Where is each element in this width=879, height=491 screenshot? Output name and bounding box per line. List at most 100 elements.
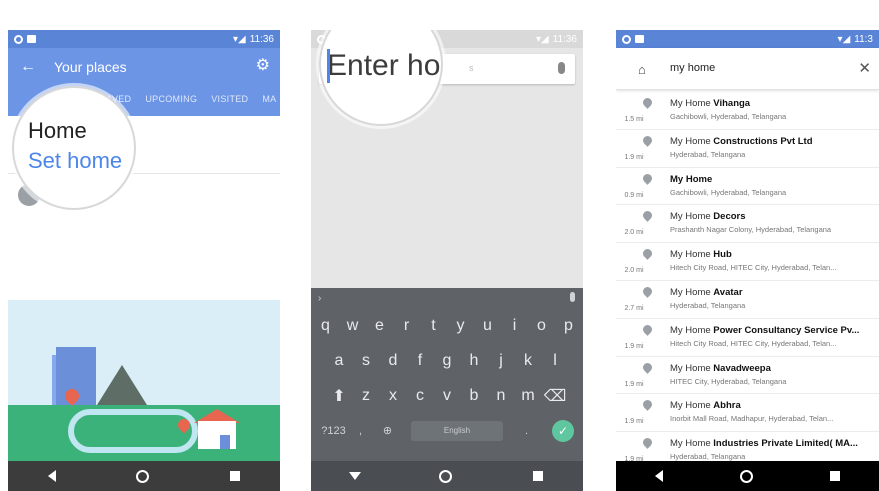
nav-home-icon[interactable] [136,469,150,483]
name-match: My Home [670,173,713,185]
tab-maps[interactable]: MA [262,94,276,104]
list-item[interactable]: 2.7 mi My Home Avatar Hyderabad, Telangana [616,281,879,319]
key[interactable]: h [461,352,488,370]
name-match: Vihanga [713,98,751,109]
key[interactable]: g [434,352,461,370]
key[interactable]: z [353,387,380,405]
key[interactable]: y [447,317,474,335]
list-item[interactable]: 2.0 mi My Home Decors Prashanth Nagar Colo… [616,205,879,244]
place-name: My Home Power Consultancy Service Pv... [670,325,875,336]
list-item[interactable]: 2.0 mi My Home Hub Hitech City Road, HITEC… [616,243,879,281]
pin-icon [641,171,654,185]
tab-visited[interactable]: VISITED [211,94,248,104]
distance-label: 2.7 mi [624,304,644,312]
key[interactable]: q [312,317,339,335]
place-address: Hyderabad, Telangana [670,300,746,310]
key[interactable]: i [501,317,528,335]
key[interactable]: d [380,352,407,370]
key[interactable]: l [542,352,569,370]
key[interactable]: r [393,317,420,335]
house-icon [198,421,236,449]
list-item[interactable]: 1.5 mi My Home Vihanga Gachibowli, Hyderab… [616,92,879,130]
place-address: HITEC City, Hyderabad, Telangana [670,376,787,386]
list-item[interactable]: 1.9 mi My Home Constructions Pvt Ltd Hyder… [616,130,879,168]
key[interactable]: e [366,317,393,335]
name-match: Navadweepa [713,362,771,374]
list-item[interactable]: 1.9 mi My Home Power Consultancy Service … [616,319,879,357]
nav-back-icon[interactable] [654,470,663,482]
list-item[interactable]: 0.9 mi My Home Gachibowli, Hyderabad, Tel… [616,168,879,206]
key[interactable]: c [407,387,434,405]
name-prefix: My Home [670,438,711,450]
globe-icon[interactable]: ⊕ [374,424,401,437]
set-home-link[interactable]: Set home [28,148,122,174]
name-prefix: My Home [670,211,711,223]
key[interactable]: x [380,387,407,405]
notification-icon [622,34,631,44]
key[interactable]: o [528,317,555,335]
key[interactable]: j [488,352,515,370]
nav-back-icon[interactable] [48,470,57,482]
name-match: Constructions Pvt Ltd [713,135,813,147]
key[interactable]: v [434,387,461,405]
notification-icon [14,34,23,44]
shift-icon[interactable]: ⬆ [326,386,353,406]
comma-key[interactable]: , [347,425,374,437]
nav-bar [8,461,280,491]
enter-check-icon[interactable]: ✓ [552,419,574,442]
key[interactable]: u [474,317,501,335]
gear-icon[interactable]: ⚙ [256,55,270,75]
key[interactable]: b [461,387,488,405]
status-time: 11:36 [249,33,274,45]
name-match: Avatar [713,286,743,298]
signal-icon: ▾◢ [232,33,246,45]
key[interactable]: p [555,317,582,335]
expand-arrow-icon[interactable]: › [318,293,321,304]
place-address: Hyderabad, Telangana [670,149,746,159]
key[interactable]: w [339,317,366,335]
key[interactable]: s [353,352,380,370]
key[interactable]: n [488,387,515,405]
period-key[interactable]: . [513,425,540,437]
place-address: Gachibowli, Hyderabad, Telangana [670,112,787,121]
symbols-key[interactable]: ?123 [320,425,347,437]
pin-icon [641,209,654,223]
nav-recents-icon[interactable] [532,471,543,481]
name-prefix: My Home [670,362,711,374]
nav-home-icon[interactable] [739,469,753,483]
place-name: My Home Avatar [670,287,875,298]
screen-enter-home: ▾◢ 11:36 s Enter hor › q w e r t y u i o … [311,30,583,491]
search-zoom-text: Enter hor [327,49,443,82]
list-item[interactable]: 1.9 mi My Home Abhra Inorbit Mall Road, Ma… [616,394,879,433]
key[interactable]: k [515,352,542,370]
key[interactable]: t [420,317,447,335]
space-key[interactable]: English [411,420,503,441]
key[interactable]: a [326,352,353,370]
key[interactable]: f [407,352,434,370]
signal-icon: ▾◢ [837,33,851,45]
mic-icon[interactable] [570,292,575,302]
place-address: Prashanth Nagar Colony, Hyderabad, Telan… [670,225,832,235]
close-icon[interactable]: ✕ [858,59,871,77]
name-prefix: My Home [670,135,711,147]
backspace-icon[interactable]: ⌫ [542,386,569,406]
door-shape [220,435,230,449]
mic-icon[interactable] [558,62,565,74]
tab-upcoming[interactable]: UPCOMING [145,94,197,104]
nav-hide-keyboard-icon[interactable] [349,472,362,480]
nav-recents-icon[interactable] [830,471,841,481]
road-shape [68,409,198,453]
keyboard-row: q w e r t y u i o p [311,308,583,343]
nav-recents-icon[interactable] [229,471,240,481]
key[interactable]: m [515,387,542,405]
search-input[interactable]: my home [670,62,715,74]
place-name: My Home Navadweepa [670,363,875,374]
back-arrow-icon[interactable]: ← [20,58,36,76]
message-icon [635,35,644,43]
name-prefix: My Home [670,98,711,109]
name-match: Industries Private Limited( MA... [713,438,858,450]
distance-label: 1.9 mi [624,380,644,388]
list-item[interactable]: 1.9 mi My Home Navadweepa HITEC City, Hyde… [616,357,879,395]
place-address: Inorbit Mall Road, Madhapur, Hyderabad, … [670,414,834,424]
nav-home-icon[interactable] [439,469,453,483]
